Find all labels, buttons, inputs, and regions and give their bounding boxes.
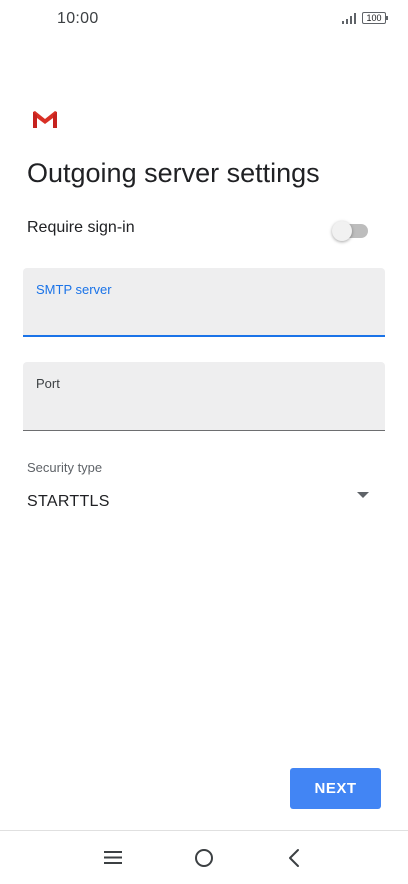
security-type-dropdown[interactable]: STARTTLS — [27, 484, 372, 520]
gmail-logo-icon — [33, 111, 57, 128]
security-type-value: STARTTLS — [27, 493, 110, 510]
dropdown-arrow-icon — [357, 492, 369, 498]
smtp-server-label: SMTP server — [36, 282, 112, 297]
signal-icon — [342, 13, 356, 24]
port-input[interactable] — [36, 398, 366, 422]
page-title: Outgoing server settings — [27, 158, 320, 188]
navigation-bar — [0, 830, 408, 884]
next-button[interactable]: NEXT — [290, 768, 381, 809]
require-signin-label: Require sign-in — [27, 219, 135, 236]
port-field[interactable]: Port — [23, 362, 385, 431]
battery-icon: 100 — [362, 12, 388, 24]
menu-icon[interactable] — [104, 850, 122, 865]
status-bar: 10:00 100 — [0, 0, 408, 38]
port-label: Port — [36, 376, 60, 391]
battery-level: 100 — [366, 13, 382, 23]
back-icon[interactable] — [286, 847, 302, 869]
security-type-label: Security type — [27, 460, 103, 475]
screen: 10:00 100 Outgoing server settings Requi… — [0, 0, 408, 884]
toggle-thumb — [332, 221, 352, 241]
home-icon[interactable] — [194, 848, 214, 868]
require-signin-toggle[interactable] — [332, 217, 368, 241]
require-signin-row: Require sign-in — [27, 212, 372, 244]
smtp-server-input[interactable] — [36, 304, 366, 328]
smtp-server-field[interactable]: SMTP server — [23, 268, 385, 337]
status-time: 10:00 — [57, 10, 99, 27]
